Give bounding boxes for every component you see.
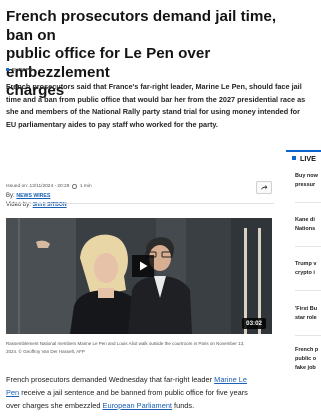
body-text: funds.: [171, 401, 195, 410]
sidebar-news-item[interactable]: French p public o fake job: [295, 346, 321, 374]
section-square-icon: [6, 68, 9, 71]
headline-line-2: public office for Le Pen over embezzleme…: [6, 45, 211, 81]
article-lead: French prosecutors said that France's fa…: [6, 81, 320, 131]
caption-line-2: 2024. © Geoffroy Van Der Hasselt, AFP: [6, 349, 85, 354]
marine-le-pen-link-cont[interactable]: Pen: [6, 388, 19, 397]
live-header[interactable]: LIVE: [286, 150, 321, 164]
video-duration: 03:02: [242, 318, 266, 329]
body-text: receive a jail sentence and be banned fr…: [19, 388, 248, 397]
lead-line-2: time and a ban from public office that w…: [6, 94, 306, 104]
sidebar-news-item[interactable]: 'First Bu star role: [295, 305, 321, 323]
article-body: French prosecutors demanded Wednesday th…: [6, 373, 276, 412]
video-player[interactable]: 03:02: [6, 218, 272, 334]
sidebar-news-item[interactable]: Kane di Nations: [295, 216, 321, 234]
clock-icon: [72, 184, 77, 189]
marine-le-pen-link[interactable]: Marine Le: [214, 375, 247, 384]
section-label: EUROPE: [12, 67, 33, 72]
news-item-text: Kane di: [295, 217, 315, 223]
divider: [295, 246, 321, 247]
read-time: 1 min: [79, 184, 92, 189]
live-indicator-icon: [292, 156, 296, 160]
headline-line-1: French prosecutors demand jail time, ban…: [6, 8, 277, 44]
news-item-text: public o: [295, 356, 317, 363]
news-item-text: Nations: [295, 226, 316, 233]
author-link[interactable]: NEWS WIRES: [16, 193, 50, 199]
live-label: LIVE: [300, 153, 316, 163]
body-text: over charges she embezzled: [6, 401, 103, 410]
by-label: By:: [6, 193, 15, 199]
divider: [295, 202, 321, 203]
caption-line-1: Rassemblement National members Marine Le…: [6, 341, 245, 346]
news-item-text: star role: [295, 315, 317, 322]
article-meta: Issued on: 13/11/2024 - 20:28 1 min: [6, 183, 92, 190]
live-sidebar: LIVE Buy now pressur Kane di Nations Tru…: [286, 150, 321, 420]
share-button[interactable]: [256, 181, 272, 194]
news-item-text: 'First Bu: [295, 306, 318, 312]
section-tag[interactable]: EUROPE: [6, 67, 33, 72]
share-icon: [261, 185, 268, 190]
image-caption: Rassemblement National members Marine Le…: [6, 340, 272, 356]
news-item-text: Buy now: [295, 173, 318, 179]
lead-line-3: she and members of the National Rally pa…: [6, 107, 300, 117]
european-parliament-link[interactable]: European Parliament: [103, 401, 172, 410]
byline: By: NEWS WIRES Video by: Shirli SITBON: [6, 192, 67, 209]
news-item-text: crypto i: [295, 270, 315, 277]
news-item-text: French p: [295, 347, 319, 353]
news-item-text: pressur: [295, 182, 316, 189]
sidebar-news-item[interactable]: Trump v crypto i: [295, 260, 321, 278]
sidebar-news-item[interactable]: Buy now pressur: [295, 172, 321, 190]
play-button[interactable]: [132, 255, 154, 277]
divider: [295, 290, 321, 291]
news-item-text: fake job: [295, 365, 316, 372]
divider: [6, 203, 274, 204]
lead-line-1: French prosecutors said that France's fa…: [6, 82, 302, 91]
news-item-text: Trump v: [295, 261, 317, 267]
play-icon: [139, 261, 147, 271]
body-text: French prosecutors demanded Wednesday th…: [6, 375, 215, 384]
lead-line-4: EU parliamentary aides to pay staff who …: [6, 119, 218, 129]
issued-date: Issued on: 13/11/2024 - 20:28: [6, 184, 70, 189]
divider: [295, 335, 321, 336]
